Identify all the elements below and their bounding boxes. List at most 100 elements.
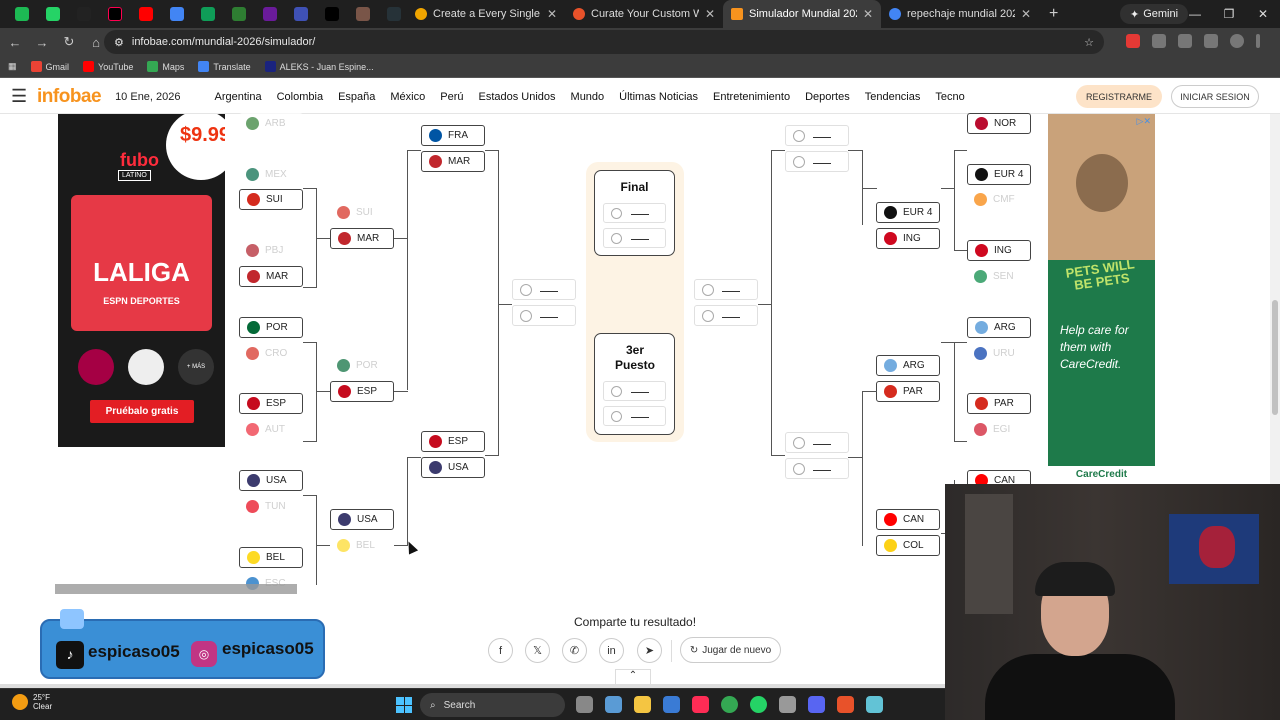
r16-right-team-slot[interactable]: ING bbox=[876, 228, 940, 249]
settings-icon[interactable] bbox=[779, 696, 796, 713]
pinned-tab[interactable] bbox=[70, 3, 97, 25]
apps-grid-icon[interactable]: ▦ bbox=[8, 61, 17, 72]
browser-tab-active[interactable]: Simulador Mundial 2026: armá ✕ bbox=[723, 0, 881, 28]
nav-item[interactable]: Perú bbox=[440, 91, 463, 103]
hamburger-menu-icon[interactable]: ☰ bbox=[11, 86, 29, 107]
r32-left-team-slot[interactable]: MEX bbox=[239, 164, 303, 185]
bookmark-gmail[interactable]: Gmail bbox=[30, 61, 69, 72]
r16-left-team-slot[interactable]: MAR bbox=[330, 228, 394, 249]
pinned-tab[interactable] bbox=[163, 3, 190, 25]
r32-left-team-slot[interactable]: USA bbox=[239, 470, 303, 491]
nav-item[interactable]: Tendencias bbox=[865, 91, 921, 103]
radio-icon[interactable] bbox=[702, 309, 714, 322]
r32-left-team-slot[interactable]: CRO bbox=[239, 343, 303, 364]
r32-left-team-slot[interactable]: ESP bbox=[239, 393, 303, 414]
store-icon[interactable] bbox=[663, 696, 680, 713]
new-tab-button[interactable]: + bbox=[1039, 5, 1068, 23]
login-button[interactable]: INICIAR SESION bbox=[1171, 85, 1259, 108]
tab-close-icon[interactable]: ✕ bbox=[705, 7, 715, 21]
nav-item[interactable]: Deportes bbox=[805, 91, 850, 103]
r32-right-team-slot[interactable]: EGI bbox=[967, 419, 1031, 440]
radio-icon[interactable] bbox=[793, 462, 805, 475]
pinned-tab[interactable] bbox=[194, 3, 221, 25]
task-view-icon[interactable] bbox=[576, 696, 593, 713]
r32-right-team-slot[interactable]: EUR 4 bbox=[967, 164, 1031, 185]
bookmark-youtube[interactable]: YouTube bbox=[83, 61, 133, 72]
try-free-button[interactable]: Pruébalo gratis bbox=[90, 400, 194, 423]
ad-right-banner[interactable]: ▷✕ PETS WILL BE PETS Help care for them … bbox=[1048, 114, 1155, 484]
radio-icon[interactable] bbox=[611, 232, 622, 244]
facebook-share-icon[interactable]: f bbox=[488, 638, 513, 663]
reload-icon[interactable]: ↻ bbox=[57, 34, 81, 50]
r32-left-team-slot[interactable]: PBJ bbox=[239, 240, 303, 261]
pinned-tab[interactable] bbox=[318, 3, 345, 25]
extension-icon[interactable] bbox=[1126, 34, 1140, 48]
nav-item[interactable]: México bbox=[390, 91, 425, 103]
whatsapp-share-icon[interactable]: ✆ bbox=[562, 638, 587, 663]
radio-icon[interactable] bbox=[520, 283, 532, 296]
r32-right-team-slot[interactable]: ARG bbox=[967, 317, 1031, 338]
qf-left-team-slot[interactable]: FRA bbox=[421, 125, 485, 146]
pinned-tab[interactable] bbox=[101, 3, 128, 25]
infobae-logo[interactable]: infobae bbox=[37, 86, 102, 108]
pinned-tab[interactable] bbox=[349, 3, 376, 25]
qf-left-team-slot[interactable]: USA bbox=[421, 457, 485, 478]
r32-right-team-slot[interactable]: PAR bbox=[967, 393, 1031, 414]
empty-slot[interactable] bbox=[785, 432, 849, 453]
radio-icon[interactable] bbox=[611, 207, 622, 219]
final-slot[interactable] bbox=[603, 228, 666, 248]
telegram-share-icon[interactable]: ➤ bbox=[637, 638, 662, 663]
radio-icon[interactable] bbox=[702, 283, 714, 296]
browser-tab[interactable]: repechaje mundial 2026 fixture ✕ bbox=[881, 0, 1039, 28]
ad-choices-icon[interactable]: ▷✕ bbox=[1137, 116, 1151, 127]
r16-right-team-slot[interactable]: PAR bbox=[876, 381, 940, 402]
r16-left-team-slot[interactable]: ESP bbox=[330, 381, 394, 402]
pinned-tab[interactable] bbox=[380, 3, 407, 25]
r16-right-team-slot[interactable]: ARG bbox=[876, 355, 940, 376]
register-button[interactable]: REGISTRARME bbox=[1076, 85, 1162, 108]
menu-kebab-icon[interactable] bbox=[1256, 34, 1260, 48]
x-share-icon[interactable]: 𝕏 bbox=[525, 638, 550, 663]
r32-left-team-slot[interactable]: SUI bbox=[239, 189, 303, 210]
r32-left-team-slot[interactable]: TUN bbox=[239, 496, 303, 517]
r16-right-team-slot[interactable]: CAN bbox=[876, 509, 940, 530]
r32-right-team-slot[interactable]: URU bbox=[967, 343, 1031, 364]
pinned-tab[interactable] bbox=[132, 3, 159, 25]
extensions-puzzle-icon[interactable] bbox=[1152, 34, 1166, 48]
empty-slot[interactable] bbox=[694, 279, 758, 300]
radio-icon[interactable] bbox=[611, 385, 622, 397]
r32-left-team-slot[interactable]: MAR bbox=[239, 266, 303, 287]
r16-left-team-slot[interactable]: SUI bbox=[330, 202, 394, 223]
profile-avatar-icon[interactable] bbox=[1230, 34, 1244, 48]
notepad-icon[interactable] bbox=[866, 696, 883, 713]
pinned-tab[interactable] bbox=[287, 3, 314, 25]
r32-right-team-slot[interactable]: SEN bbox=[967, 266, 1031, 287]
pinned-tab[interactable] bbox=[8, 3, 35, 25]
tab-close-icon[interactable]: ✕ bbox=[547, 7, 557, 21]
browser-tab[interactable]: Curate Your Custom Watchlist | ✕ bbox=[565, 0, 723, 28]
r32-left-team-slot[interactable]: AUT bbox=[239, 419, 303, 440]
nav-item[interactable]: Estados Unidos bbox=[478, 91, 555, 103]
windows-start-icon[interactable] bbox=[396, 697, 412, 713]
empty-slot[interactable] bbox=[512, 279, 576, 300]
r32-right-team-slot[interactable]: NOR bbox=[967, 113, 1031, 134]
r32-left-team-slot[interactable]: POR bbox=[239, 317, 303, 338]
copilot-icon[interactable] bbox=[605, 696, 622, 713]
tab-close-icon[interactable]: ✕ bbox=[863, 7, 873, 21]
file-explorer-icon[interactable] bbox=[634, 696, 651, 713]
nav-item[interactable]: Tecno bbox=[935, 91, 964, 103]
empty-slot[interactable] bbox=[785, 458, 849, 479]
r32-left-team-slot[interactable]: BEL bbox=[239, 547, 303, 568]
chrome-icon[interactable] bbox=[721, 696, 738, 713]
tiktok-app-icon[interactable] bbox=[692, 696, 709, 713]
linkedin-share-icon[interactable]: in bbox=[599, 638, 624, 663]
bookmark-aleks[interactable]: ALEKS - Juan Espine... bbox=[264, 61, 374, 72]
taskbar-search[interactable]: ⌕ Search bbox=[420, 693, 565, 717]
side-panel-icon[interactable] bbox=[1178, 34, 1192, 48]
bookmark-star-icon[interactable]: ☆ bbox=[1084, 36, 1094, 49]
pinned-tab[interactable] bbox=[225, 3, 252, 25]
nav-item[interactable]: Últimas Noticias bbox=[619, 91, 698, 103]
whatsapp-app-icon[interactable] bbox=[750, 696, 767, 713]
r16-left-team-slot[interactable]: USA bbox=[330, 509, 394, 530]
minimize-icon[interactable]: — bbox=[1178, 7, 1212, 21]
